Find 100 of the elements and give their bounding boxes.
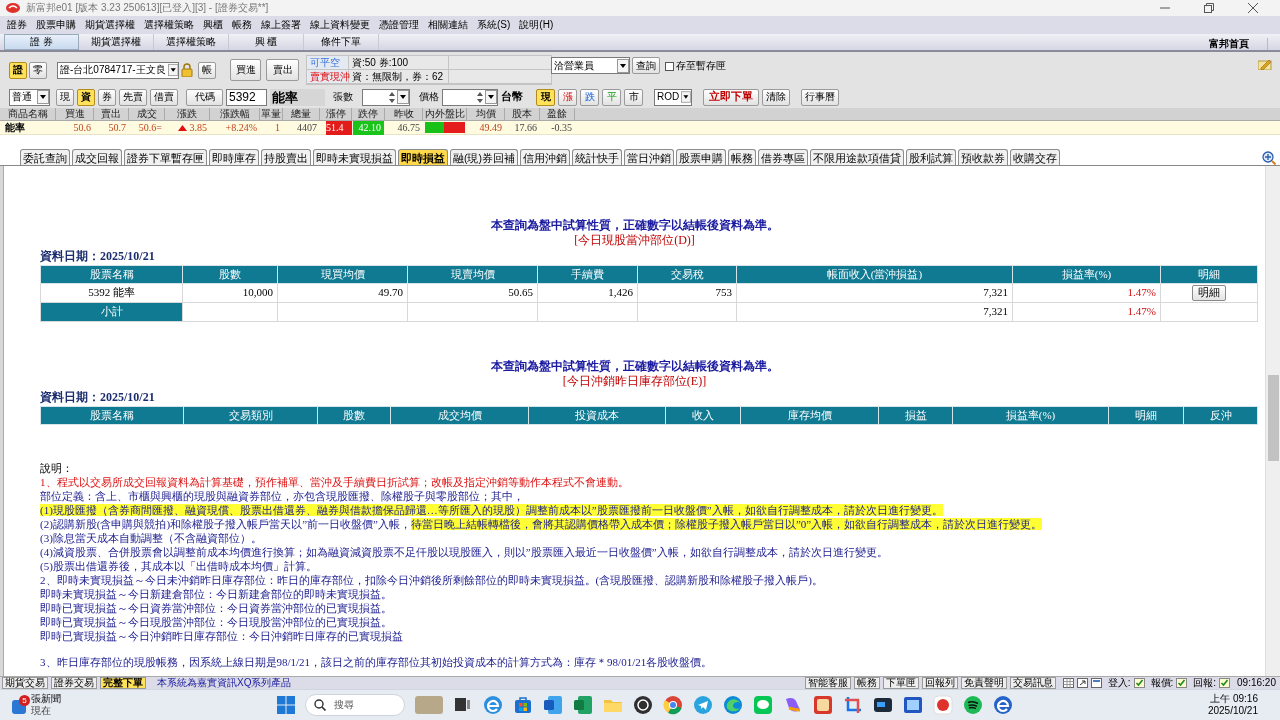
status-button[interactable]: 智能客服 [804,677,851,689]
price-type-button[interactable]: 平 [602,88,621,106]
broker-select[interactable]: 洽營業員 [551,57,630,74]
home-link[interactable]: 富邦首頁 [1209,38,1268,50]
menu-item[interactable]: 期貨選擇權 [85,19,135,31]
detail-button[interactable]: 明細 [1192,285,1226,301]
store-icon[interactable] [513,695,533,715]
paper-plane-icon[interactable] [693,695,713,715]
credit-type-button[interactable]: 先賣 [119,88,147,106]
browser-icon[interactable] [723,695,743,715]
tab[interactable]: 帳務 [728,149,756,165]
clear-button[interactable]: 清除 [762,88,790,106]
start-icon[interactable] [277,696,295,714]
menu-item[interactable]: 選擇權策略 [144,19,194,31]
crop-tool-icon[interactable] [843,695,863,715]
tab[interactable]: 融(現)券回補 [450,149,518,165]
account-select[interactable]: 證-台北0784717-王文良 [57,61,179,79]
market-toggle[interactable]: 證 [9,61,27,79]
document-icon[interactable] [543,695,563,715]
credit-type-button[interactable]: 現 [56,88,74,106]
menu-item[interactable]: 股票申購 [36,19,76,31]
tab[interactable]: 信用沖銷 [520,149,570,165]
price-type-button[interactable]: 漲 [558,88,577,106]
caret-icon[interactable] [617,58,629,73]
caret-icon[interactable] [167,63,178,77]
search-field[interactable]: 搜尋 [305,694,405,716]
record-icon[interactable] [633,695,653,715]
grid-icon[interactable] [1062,678,1074,688]
price-field[interactable] [442,88,498,106]
code-button[interactable]: 代碼 [186,88,223,106]
tab[interactable]: 借券專區 [758,149,808,165]
price-type-button[interactable]: 現 [536,88,555,106]
tab[interactable]: 期貨選擇權 [79,34,154,50]
browser-icon[interactable] [483,695,503,715]
tab[interactable]: 證券下單暫存匣 [124,149,207,165]
buy-button[interactable]: 買進 [230,59,261,81]
tab[interactable]: 即時庫存 [209,149,259,165]
maximize-icon[interactable] [1204,3,1214,13]
status-button[interactable]: 交易訊息 [1009,677,1056,689]
menu-item[interactable]: 系統(S) [477,19,511,31]
code-field[interactable]: 5392 [226,88,267,106]
caret-icon[interactable] [397,90,409,104]
query-button[interactable]: 查詢 [632,57,660,74]
caret-icon[interactable] [37,90,49,104]
tab[interactable]: 收購交存 [1010,149,1060,165]
scrollbar[interactable] [1265,166,1280,676]
checkbox[interactable] [665,62,674,71]
quantity-field[interactable] [362,88,410,106]
tab[interactable]: 成交回報 [72,149,122,165]
close-icon[interactable] [1248,3,1258,13]
app-icon[interactable] [873,695,893,715]
browser-icon[interactable] [663,695,683,715]
spreadsheet-icon[interactable] [573,695,593,715]
menu-item[interactable]: 證券 [7,19,27,31]
menu-item[interactable]: 憑證管理 [379,19,419,31]
status-button[interactable]: 帳務 [853,677,880,689]
status-button[interactable]: 免責聲明 [960,677,1007,689]
tab[interactable]: 興 櫃 [229,34,304,50]
order-type-select[interactable]: 普通 [9,88,50,106]
price-type-button[interactable]: 跌 [580,88,599,106]
tab[interactable]: 即時損益 [398,149,448,165]
browser-icon[interactable] [993,695,1013,715]
tab[interactable]: 證 券 [4,34,79,50]
menu-item[interactable]: 帳務 [232,19,252,31]
zoom-in-icon[interactable] [1262,150,1276,165]
submit-order-button[interactable]: 立即下單 [703,88,759,106]
credit-type-button[interactable]: 資 [77,88,95,106]
account-button[interactable]: 帳 [198,61,216,79]
tab[interactable]: 選擇權策略 [154,34,229,50]
status-button[interactable]: 回報列 [921,677,958,689]
menu-item[interactable]: 線上資料變更 [310,19,370,31]
tab[interactable]: 即時未實現損益 [313,149,396,165]
tab[interactable]: 委託查詢 [20,149,70,165]
caret-icon[interactable] [485,90,497,104]
caret-icon[interactable] [681,90,691,104]
tab[interactable]: 完整下單 [100,677,146,689]
tab[interactable]: 股票申購 [676,149,726,165]
sound-waves-icon[interactable] [963,695,983,715]
tab[interactable]: 證券交易 [51,677,97,689]
tab[interactable]: 統計快手 [572,149,622,165]
status-button[interactable]: 下單匣 [882,677,919,689]
tab[interactable]: 期貨交易 [2,677,48,689]
market-toggle[interactable]: 零 [29,61,47,79]
scrollbar-thumb[interactable] [1268,375,1279,461]
menu-item[interactable]: 說明(H) [519,19,554,31]
sparkle-icon[interactable] [783,695,803,715]
tab[interactable]: 持股賣出 [261,149,311,165]
menu-item[interactable]: 相關連結 [428,19,468,31]
tab[interactable]: 預收款券 [958,149,1008,165]
tab[interactable]: 股利試算 [906,149,956,165]
menu-item[interactable]: 興櫃 [203,19,223,31]
app-icon[interactable] [903,695,923,715]
sell-button[interactable]: 賣出 [266,59,299,81]
tab[interactable]: 條件下單 [304,34,379,50]
credit-type-button[interactable]: 借賣 [150,88,178,106]
tab[interactable]: 不限用途款項借貸 [810,149,904,165]
expand-icon[interactable] [1076,678,1088,688]
credit-type-button[interactable]: 券 [98,88,116,106]
tab[interactable]: 當日沖銷 [624,149,674,165]
pencil-icon[interactable] [1258,58,1272,70]
